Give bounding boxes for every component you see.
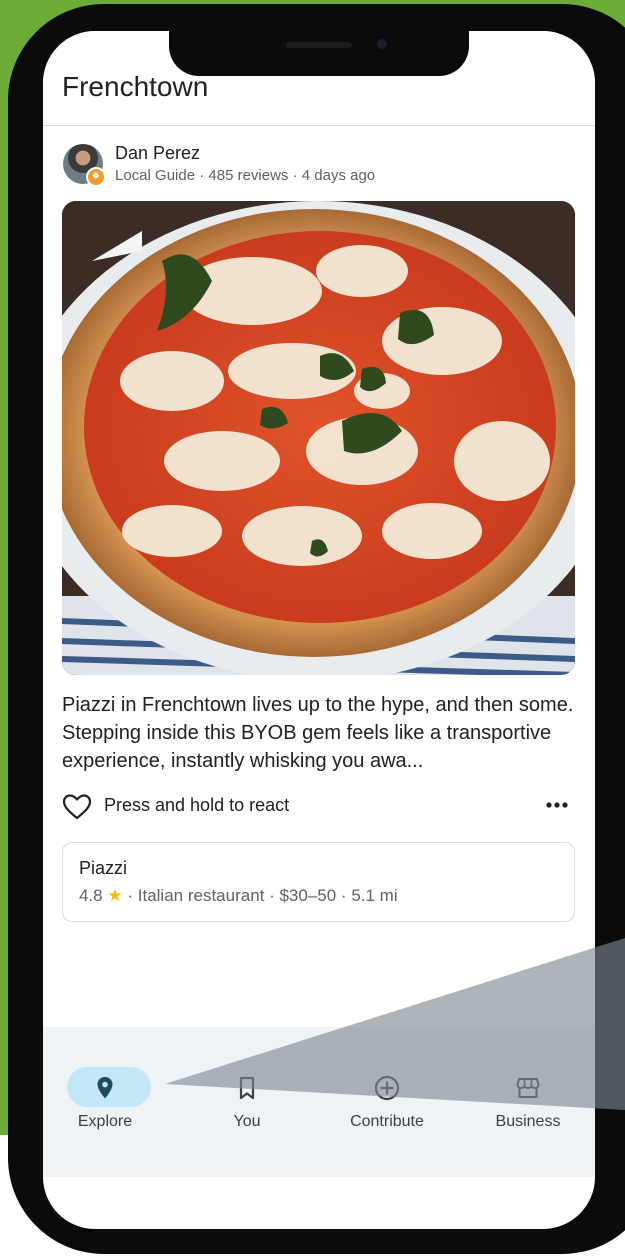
nav-label-business: Business: [495, 1113, 561, 1130]
nav-label-explore: Explore: [77, 1113, 133, 1130]
review-photo[interactable]: [62, 201, 575, 675]
phone-volume-up: [11, 292, 19, 384]
phone-speaker: [286, 42, 352, 48]
stage: Frenchtown ✹ Dan Perez Local Guide · 485…: [0, 0, 625, 1256]
bookmark-icon: [239, 1076, 255, 1100]
reviewer-name[interactable]: Dan Perez: [115, 143, 200, 164]
place-rating: 4.8: [79, 886, 103, 905]
star-icon: ★: [107, 886, 123, 905]
nav-label-contribute: Contribute: [350, 1113, 424, 1130]
bottom-navigation: Explore You Contribute Business: [43, 1027, 595, 1177]
reviewer-meta: Local Guide · 485 reviews · 4 days ago: [115, 167, 376, 184]
add-circle-icon: [374, 1075, 400, 1101]
nav-label-you: You: [233, 1113, 261, 1130]
place-card[interactable]: Piazzi 4.8 ★ · Italian restaurant · $30–…: [62, 842, 575, 922]
react-label[interactable]: Press and hold to react: [104, 795, 289, 816]
storefront-icon: [516, 1078, 540, 1098]
nav-item-business[interactable]: Business: [468, 1067, 588, 1147]
nav-item-explore[interactable]: Explore: [45, 1067, 165, 1147]
place-name: Piazzi: [79, 858, 128, 878]
nav-item-you[interactable]: You: [187, 1067, 307, 1147]
local-guide-badge-icon: ✹: [86, 167, 106, 187]
phone-mute-switch: [11, 196, 19, 242]
heart-icon[interactable]: [62, 793, 92, 821]
more-options-icon[interactable]: [545, 795, 569, 815]
page-title: Frenchtown: [62, 71, 209, 102]
nav-item-contribute[interactable]: Contribute: [327, 1067, 447, 1147]
place-details: · Italian restaurant · $30–50 · 5.1 mi: [127, 886, 398, 905]
review-text[interactable]: Piazzi in Frenchtown lives up to the hyp…: [62, 691, 577, 775]
location-pin-icon: [97, 1077, 113, 1099]
phone-camera: [377, 39, 387, 49]
phone-volume-down: [11, 406, 19, 498]
pizza-image: [62, 201, 575, 675]
phone-screen: Frenchtown ✹ Dan Perez Local Guide · 485…: [43, 31, 595, 1229]
place-meta: 4.8 ★ · Italian restaurant · $30–50 · 5.…: [79, 886, 398, 906]
react-row: Press and hold to react: [62, 791, 577, 821]
phone-notch: [169, 26, 469, 76]
reviewer-avatar[interactable]: ✹: [63, 144, 106, 187]
